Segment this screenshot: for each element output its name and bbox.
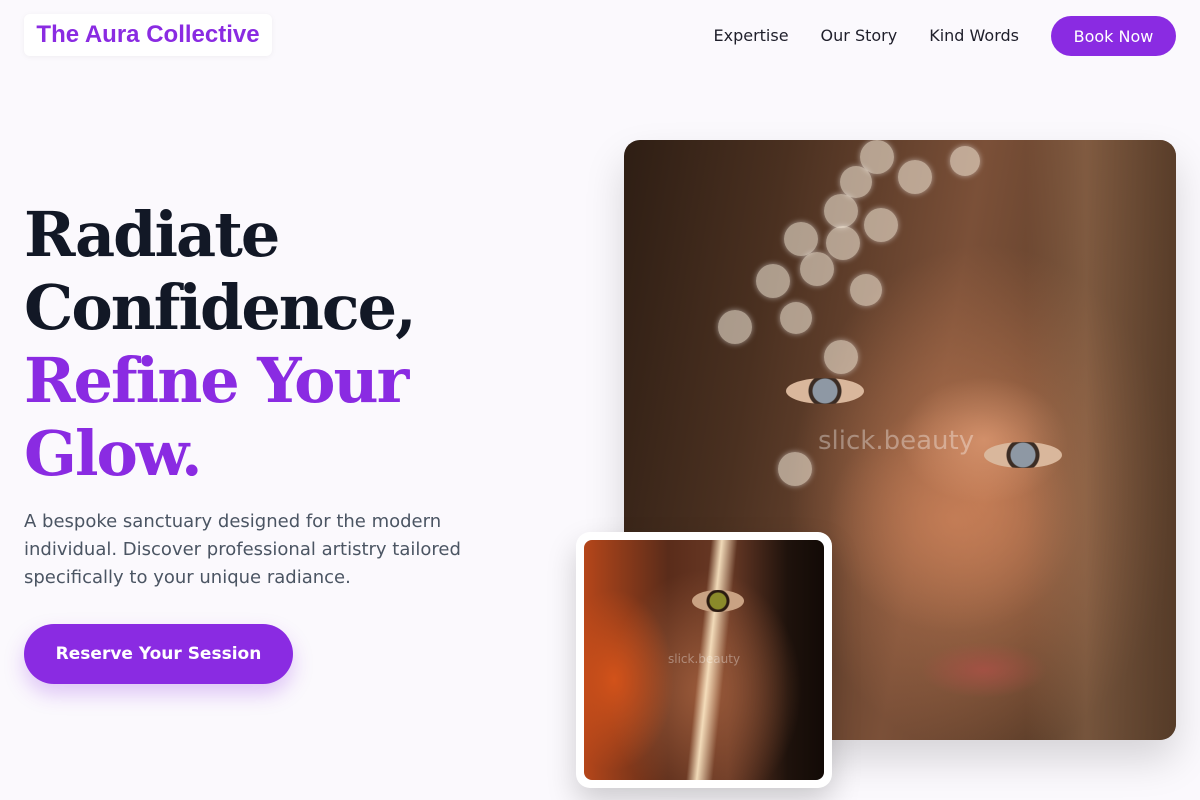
bokeh-light	[778, 452, 812, 486]
bokeh-light	[780, 302, 812, 334]
hero-description: A bespoke sanctuary designed for the mod…	[24, 511, 461, 588]
main-nav: Expertise Our Story Kind Words Book Now	[713, 16, 1176, 56]
bokeh-light	[824, 340, 858, 374]
nav-link-our-story[interactable]: Our Story	[821, 16, 898, 56]
bokeh-light	[826, 226, 860, 260]
bokeh-light	[850, 274, 882, 306]
photo-right-eye	[984, 442, 1062, 468]
hero-title-line-1: Radiate	[24, 198, 280, 271]
brand-logo[interactable]: The Aura Collective	[24, 14, 272, 56]
secondary-photo-card: slick.beauty	[576, 532, 832, 788]
hero-title: Radiate Confidence, Refine Your Glow.	[24, 198, 417, 490]
bokeh-light	[840, 166, 872, 198]
bokeh-light	[898, 160, 932, 194]
bokeh-light	[718, 310, 752, 344]
hero-title-line-2: Confidence,	[24, 271, 417, 344]
nav-link-kind-words[interactable]: Kind Words	[929, 16, 1019, 56]
book-now-button[interactable]: Book Now	[1051, 16, 1176, 56]
hero-title-line-3: Refine Your	[24, 344, 409, 417]
bokeh-light	[950, 146, 980, 176]
photo-hair-overlay	[1026, 140, 1176, 740]
bokeh-light	[756, 264, 790, 298]
secondary-photo-eye	[692, 590, 744, 612]
reserve-session-button[interactable]: Reserve Your Session	[24, 624, 293, 684]
secondary-photo: slick.beauty	[584, 540, 824, 780]
bokeh-light	[864, 208, 898, 242]
bokeh-light	[824, 194, 858, 228]
hero-title-line-4: Glow.	[24, 417, 203, 490]
secondary-photo-watermark: slick.beauty	[668, 652, 741, 666]
main-photo-watermark: slick.beauty	[818, 426, 975, 456]
bokeh-light	[784, 222, 818, 256]
nav-link-expertise[interactable]: Expertise	[713, 16, 788, 56]
bokeh-light	[800, 252, 834, 286]
photo-left-eye	[786, 378, 864, 404]
